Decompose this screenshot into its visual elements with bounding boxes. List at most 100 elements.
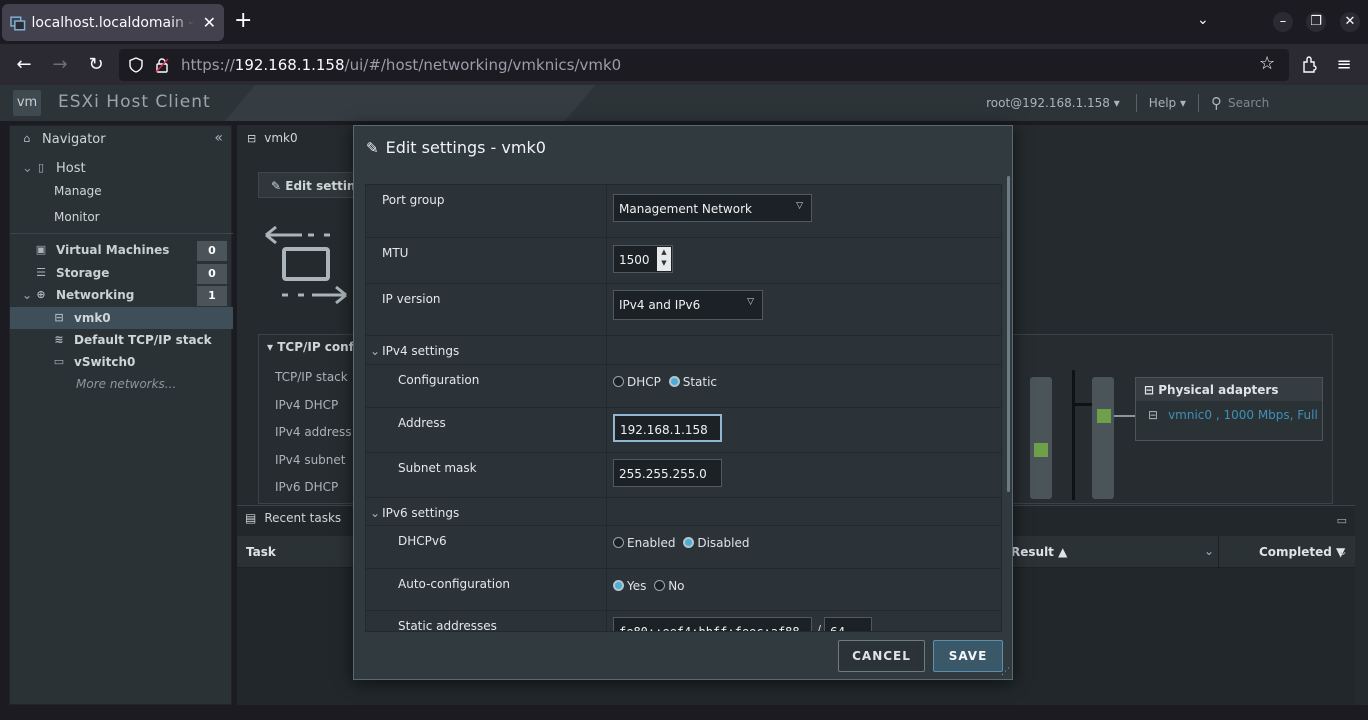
search-input[interactable]: Search [1228, 96, 1368, 110]
prefix-length-input[interactable]: 64 [824, 617, 872, 631]
bookmark-star-icon[interactable]: ☆ [1259, 53, 1275, 74]
vmnic-link[interactable]: ⊟ vmnic0 , 1000 Mbps, Full [1136, 401, 1322, 422]
nav-item-tcpip-stack[interactable]: ≋ Default TCP/IP stack [10, 329, 233, 351]
recent-tasks-header: ▤ Recent tasks [245, 511, 342, 525]
minimize-icon[interactable]: – [1273, 12, 1293, 32]
edit-settings-button[interactable]: ✎ Edit settin [258, 172, 368, 198]
tcpip-section-header[interactable]: ▾ TCP/IP confi [267, 340, 358, 354]
port-group-select[interactable]: Management Network ▽ [613, 194, 812, 222]
help-menu[interactable]: Help ▾ [1149, 96, 1186, 110]
mtu-row: MTU 1500 ▲ ▼ [366, 238, 1001, 284]
layers-icon: ≋ [54, 333, 64, 346]
subnet-label: Subnet mask [366, 453, 606, 497]
mtu-label: MTU [366, 238, 606, 283]
nav-item-vswitch0[interactable]: ▭ vSwitch0 [10, 351, 233, 373]
user-menu[interactable]: root@192.168.1.158 ▾ [986, 96, 1120, 110]
reload-icon[interactable]: ↻ [83, 52, 109, 78]
chevron-down-icon[interactable]: ⌄ [1338, 544, 1348, 558]
radio-off[interactable] [654, 580, 666, 591]
ipv6-section-header[interactable]: ⌄ IPv6 settings [366, 498, 606, 525]
column-completed[interactable]: Completed ▼ [1259, 545, 1345, 559]
resize-handle-icon[interactable]: ⋰ [1001, 667, 1010, 677]
nic-icon: ⊟ [1148, 408, 1159, 422]
ipv6-section-row[interactable]: ⌄ IPv6 settings [366, 498, 1001, 526]
column-task[interactable]: Task [246, 545, 276, 559]
close-tab-icon[interactable]: ✕ [203, 13, 216, 32]
radio-on[interactable] [613, 580, 624, 591]
nav-item-host[interactable]: ⌄ ▯ Host [10, 157, 233, 179]
url-bar[interactable]: https://192.168.1.158/ui/#/host/networki… [119, 49, 1289, 81]
static-address-input[interactable]: fe80::eef4:bbff:feec:af88 [613, 617, 812, 631]
chevron-down-icon: ▽ [747, 297, 754, 307]
search-icon[interactable]: ⚲ [1211, 94, 1222, 112]
radio-on[interactable] [668, 376, 680, 387]
subnet-row: Subnet mask 255.255.255.0 [366, 453, 1001, 498]
ipv4-section-row[interactable]: ⌄ IPv4 settings [366, 336, 1001, 365]
dhcpv6-enabled-radio[interactable]: Enabled [613, 536, 676, 550]
nav-item-manage[interactable]: Manage [10, 180, 233, 202]
tcpip-row-label: IPv6 DHCP [275, 480, 339, 494]
autoconf-no-radio[interactable]: No [654, 579, 685, 593]
shield-icon[interactable] [128, 57, 144, 73]
radio-off[interactable] [613, 376, 624, 387]
column-result[interactable]: Result ▲ [1011, 545, 1067, 559]
port-group-label: Port group [366, 185, 606, 237]
navigator-panel: ⌂ Navigator « ⌄ ▯ Host Manage Monitor ▣ Virt… [9, 125, 233, 705]
url-text[interactable]: https://192.168.1.158/ui/#/host/networki… [181, 56, 621, 74]
radio-off[interactable] [613, 537, 624, 548]
tcpip-row-label: TCP/IP stack [275, 370, 348, 384]
radio-on[interactable] [683, 537, 695, 548]
window-close-icon[interactable]: ✕ [1340, 12, 1360, 32]
app-header: vm ESXi Host Client root@192.168.1.158 ▾… [0, 85, 1368, 121]
save-button[interactable]: SAVE [933, 640, 1003, 672]
vmware-logo: vm [13, 90, 41, 116]
maximize-icon[interactable]: ▭ [1337, 514, 1347, 527]
restore-icon[interactable]: ❐ [1306, 12, 1326, 32]
divider [1135, 94, 1137, 112]
storage-icon: ☰ [36, 266, 46, 279]
nav-item-networking[interactable]: ⌄ ⊕ Networking 1 [10, 284, 233, 306]
nav-item-monitor[interactable]: Monitor [10, 206, 233, 228]
subnet-input[interactable]: 255.255.255.0 [613, 459, 722, 487]
menu-hamburger-icon[interactable]: ≡ [1331, 52, 1357, 78]
ipv4-section-header[interactable]: ⌄ IPv4 settings [366, 336, 606, 364]
address-input[interactable]: 192.168.1.158 [613, 414, 722, 442]
nav-item-virtual-machines[interactable]: ▣ Virtual Machines 0 [10, 239, 233, 261]
mtu-spinner[interactable]: ▲ ▼ [657, 247, 671, 271]
chevron-down-icon[interactable]: ⌄ [22, 288, 34, 302]
chevron-down-icon[interactable]: ⌄ [22, 161, 34, 176]
cancel-button[interactable]: CANCEL [838, 640, 925, 672]
storage-count-badge: 0 [197, 264, 227, 284]
autoconf-yes-radio[interactable]: Yes [613, 579, 646, 593]
back-arrow-icon[interactable]: ← [11, 52, 37, 78]
new-tab-button[interactable]: + [234, 10, 252, 32]
divider [1198, 94, 1199, 112]
mtu-input[interactable]: 1500 ▲ ▼ [613, 245, 673, 273]
connector-line [1072, 370, 1075, 500]
nav-item-more-networks[interactable]: More networks... [10, 373, 233, 395]
dhcp-radio[interactable]: DHCP [613, 375, 661, 389]
host-icon: ▯ [37, 161, 45, 174]
list-tabs-chevron-icon[interactable]: ⌄ [1197, 12, 1209, 28]
lock-warning-icon[interactable] [154, 57, 170, 73]
header-decoration [224, 85, 596, 121]
nav-item-storage[interactable]: ☰ Storage 0 [10, 262, 233, 284]
dhcpv6-row: DHCPv6 Enabled Disabled [366, 526, 1001, 569]
static-radio[interactable]: Static [668, 375, 717, 389]
forward-arrow-icon[interactable]: → [47, 52, 73, 78]
chevron-down-icon: ⌄ [370, 506, 381, 520]
scrollbar-thumb[interactable] [1007, 176, 1010, 492]
tasks-icon: ▤ [245, 511, 257, 525]
chevron-down-icon[interactable]: ⌄ [1204, 544, 1214, 558]
browser-tab[interactable]: localhost.localdomain - V ✕ [2, 4, 224, 41]
divider [1218, 536, 1219, 568]
collapse-navigator-icon[interactable]: « [214, 130, 223, 146]
port-group-block [1030, 377, 1052, 499]
ip-version-select[interactable]: IPv4 and IPv6 ▽ [613, 290, 763, 320]
dhcpv6-disabled-radio[interactable]: Disabled [683, 536, 749, 550]
chevron-down-icon: ▽ [796, 201, 803, 211]
address-row: Address 192.168.1.158 [366, 408, 1001, 453]
nav-item-vmk0[interactable]: ⊟ vmk0 [10, 307, 233, 329]
switch-icon: ▭ [53, 355, 65, 368]
extensions-icon[interactable] [1300, 56, 1318, 74]
